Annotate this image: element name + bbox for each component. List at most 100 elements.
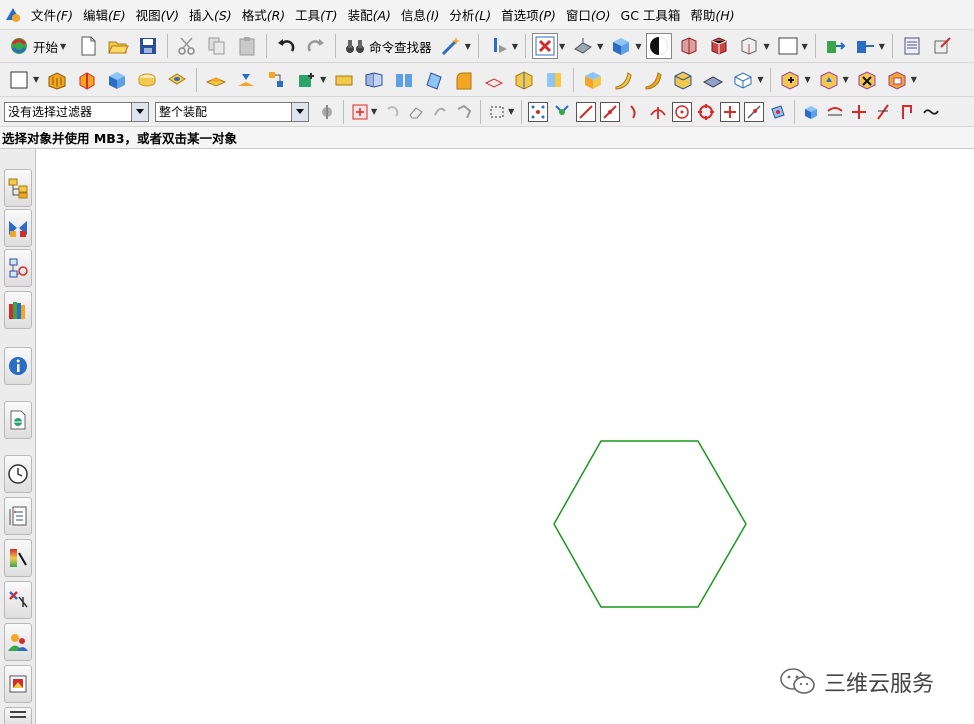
new-file-button[interactable]: [75, 33, 101, 59]
render-style-button[interactable]: [646, 33, 673, 59]
chevron-down-icon[interactable]: ▼: [559, 42, 565, 51]
pocket-button[interactable]: [233, 67, 259, 93]
visualization-tab[interactable]: [4, 665, 32, 703]
web-browser-tab[interactable]: [4, 401, 32, 439]
patch-button[interactable]: [884, 67, 910, 93]
general-filter-button[interactable]: [317, 102, 337, 122]
assembly-navigator-tab[interactable]: [4, 169, 32, 207]
system-roles-tab[interactable]: [4, 623, 32, 661]
graphics-window[interactable]: [37, 149, 974, 724]
menu-gc-toolkit[interactable]: GC 工具箱: [616, 5, 686, 24]
chevron-down-icon[interactable]: ▼: [635, 42, 641, 51]
tube-button[interactable]: [640, 67, 666, 93]
sheet-button[interactable]: [700, 67, 726, 93]
chevron-down-icon[interactable]: ▼: [597, 42, 603, 51]
snap-point-button[interactable]: [528, 101, 549, 122]
constraint-navigator-tab[interactable]: [4, 209, 32, 247]
move-object-button[interactable]: [822, 33, 848, 59]
body-filter-button[interactable]: [801, 102, 821, 122]
menu-view[interactable]: 视图(V): [131, 5, 184, 24]
chevron-down-icon[interactable]: ▼: [465, 42, 471, 51]
mid-point-button[interactable]: [600, 101, 621, 122]
selection-scope-select[interactable]: 整个装配: [155, 101, 309, 122]
fit-view-button[interactable]: [532, 33, 558, 59]
arc-center-button[interactable]: [672, 101, 693, 122]
history-tab[interactable]: [4, 455, 32, 493]
draft-button[interactable]: [421, 67, 447, 93]
nx-app-icon[interactable]: [4, 6, 22, 24]
menu-window[interactable]: 窗口(O): [561, 5, 616, 24]
open-button[interactable]: [105, 33, 131, 59]
select-connected-button[interactable]: [454, 102, 474, 122]
block-button[interactable]: [104, 67, 130, 93]
menu-insert[interactable]: 插入(S): [184, 5, 237, 24]
cut-button[interactable]: [174, 33, 200, 59]
sweep-button[interactable]: [610, 67, 636, 93]
transform-button[interactable]: [852, 33, 878, 59]
menu-tools[interactable]: 工具(T): [290, 5, 342, 24]
shaded-view-button[interactable]: [608, 33, 634, 59]
chevron-down-icon[interactable]: [291, 102, 308, 121]
wireframe-cube-button[interactable]: [706, 33, 732, 59]
process-studio-tab[interactable]: [4, 497, 32, 535]
tilde-filter-button[interactable]: [921, 102, 941, 122]
chevron-down-icon[interactable]: ▼: [763, 42, 769, 51]
pattern-button[interactable]: [331, 67, 357, 93]
chevron-down-icon[interactable]: [131, 102, 148, 121]
more-resources-tab[interactable]: [4, 707, 32, 724]
intersect-filter-button[interactable]: [849, 102, 869, 122]
point-on-curve-button[interactable]: [744, 101, 765, 122]
chevron-down-icon[interactable]: ▼: [371, 107, 377, 116]
roles-tab[interactable]: [4, 581, 32, 619]
menu-preferences[interactable]: 首选项(P): [496, 5, 561, 24]
info-tool-button[interactable]: [485, 33, 511, 59]
paste-button[interactable]: [234, 33, 260, 59]
redo-button[interactable]: [303, 33, 329, 59]
sew-button[interactable]: [391, 67, 417, 93]
spline-filter-button[interactable]: [897, 102, 917, 122]
chevron-down-icon[interactable]: ▼: [33, 75, 39, 84]
chamfer-button[interactable]: [481, 67, 507, 93]
hexagon-sketch[interactable]: [553, 440, 747, 608]
revolve-button[interactable]: [74, 67, 100, 93]
edit-object-button[interactable]: [929, 33, 955, 59]
point-on-face-button[interactable]: [768, 102, 788, 122]
background-button[interactable]: [775, 33, 801, 59]
boss-button[interactable]: [203, 67, 229, 93]
manufacturing-wizard-tab[interactable]: [4, 539, 32, 577]
cylinder-button[interactable]: [134, 67, 160, 93]
save-button[interactable]: [135, 33, 161, 59]
part-navigator-tab[interactable]: [4, 249, 32, 287]
chevron-down-icon[interactable]: ▼: [879, 42, 885, 51]
hole-button[interactable]: [164, 67, 190, 93]
shell-button[interactable]: [511, 67, 537, 93]
thicken-button[interactable]: [670, 67, 696, 93]
quadrant-point-button[interactable]: [696, 102, 716, 122]
chevron-down-icon[interactable]: ▼: [512, 42, 518, 51]
end-point-button[interactable]: [576, 101, 597, 122]
offset-face-button[interactable]: [580, 67, 606, 93]
trim-body-button[interactable]: [541, 67, 567, 93]
mirror-button[interactable]: [361, 67, 387, 93]
chevron-down-icon[interactable]: ▼: [757, 75, 763, 84]
menu-analysis[interactable]: 分析(L): [444, 5, 496, 24]
rectangle-select-button[interactable]: [487, 102, 507, 122]
control-point-button[interactable]: [624, 102, 644, 122]
section-view-button[interactable]: [676, 33, 702, 59]
type-filter-select[interactable]: 没有选择过滤器: [4, 101, 149, 122]
curve-filter-button[interactable]: [825, 102, 845, 122]
undo-selection-button[interactable]: [382, 102, 402, 122]
select-chain-button[interactable]: [430, 102, 450, 122]
chevron-down-icon[interactable]: ▼: [508, 107, 514, 116]
snap-options-button[interactable]: [552, 102, 572, 122]
layer-button[interactable]: [899, 33, 925, 59]
undo-button[interactable]: [273, 33, 299, 59]
intersection-point-button[interactable]: [648, 102, 668, 122]
eraser-button[interactable]: [406, 102, 426, 122]
chevron-down-icon[interactable]: ▼: [843, 75, 849, 84]
reuse-library-tab[interactable]: [4, 291, 32, 329]
menu-format[interactable]: 格式(R): [237, 5, 290, 24]
sketch-button[interactable]: [6, 67, 32, 93]
view-orient-button[interactable]: [570, 33, 596, 59]
chevron-down-icon[interactable]: ▼: [804, 75, 810, 84]
